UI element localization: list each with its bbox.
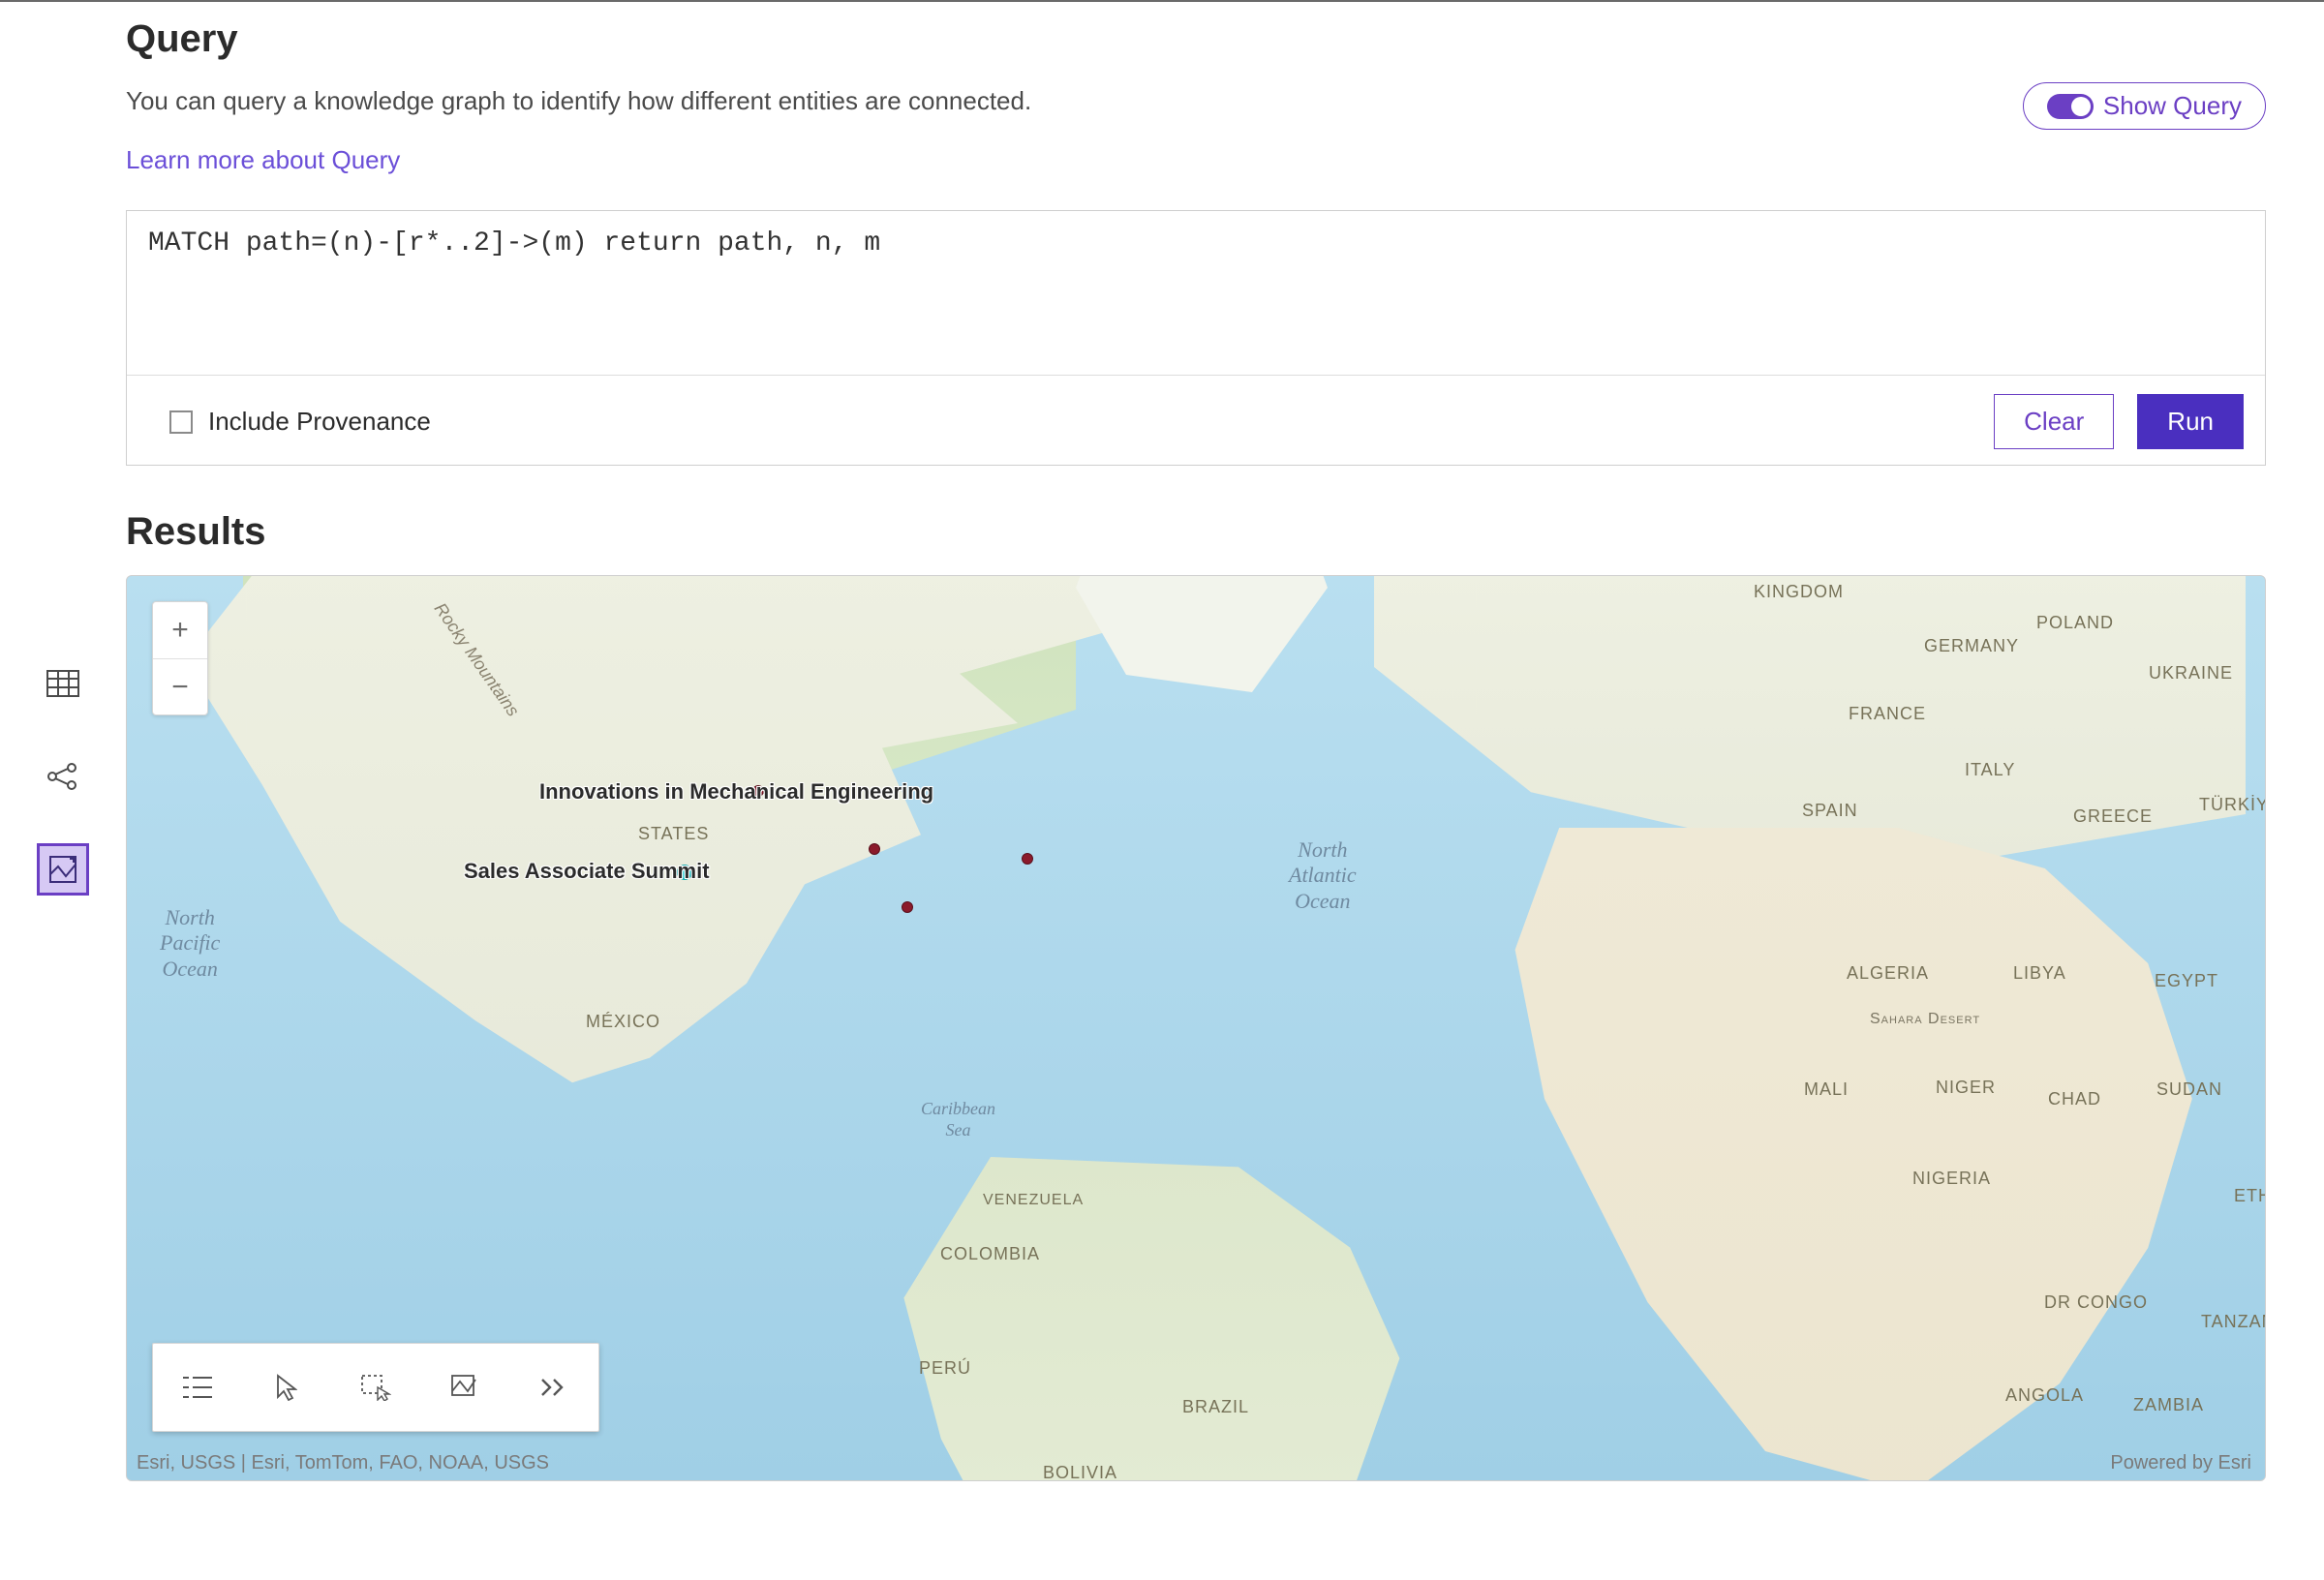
- country-label: NIGER: [1936, 1078, 1996, 1098]
- country-label: ETHIOPIA: [2234, 1186, 2266, 1206]
- map-attribution-right: Powered by Esri: [2110, 1452, 2251, 1474]
- country-label: ANGOLA: [2005, 1385, 2084, 1406]
- region-label-sahara: Sahara Desert: [1870, 1010, 1980, 1028]
- map-attribution-left: Esri, USGS | Esri, TomTom, FAO, NOAA, US…: [137, 1452, 549, 1474]
- toolbar-pointer-button[interactable]: [242, 1344, 331, 1431]
- country-label: SPAIN: [1802, 801, 1858, 821]
- sidebar-table-view[interactable]: [40, 660, 86, 707]
- results-title: Results: [126, 510, 2266, 554]
- country-label: MALI: [1804, 1079, 1849, 1100]
- map-marker-label: Sales Associate Summit: [464, 859, 710, 884]
- country-label: TÜRKİYE: [2199, 795, 2266, 815]
- map-toolbar: [152, 1343, 599, 1432]
- country-label: LIBYA: [2013, 963, 2066, 984]
- ocean-label-north-pacific: North Pacific Ocean: [160, 905, 220, 982]
- country-label: ZAMBIA: [2133, 1395, 2204, 1415]
- toolbar-more-button[interactable]: [509, 1344, 598, 1431]
- country-label: GREECE: [2073, 806, 2153, 827]
- country-label: TANZANIA: [2201, 1312, 2266, 1332]
- clear-button[interactable]: Clear: [1994, 394, 2114, 449]
- table-icon: [46, 670, 79, 697]
- country-label: CHAD: [2048, 1089, 2101, 1109]
- map-marker[interactable]: [902, 901, 913, 913]
- sidebar-map-view[interactable]: [40, 846, 86, 893]
- country-label: KINGDOM: [1754, 582, 1844, 602]
- query-title: Query: [126, 17, 2266, 61]
- zoom-in-button[interactable]: +: [153, 602, 207, 658]
- results-map[interactable]: North Pacific Ocean North Atlantic Ocean…: [126, 575, 2266, 1481]
- country-label: ALGERIA: [1847, 963, 1929, 984]
- zoom-control: + −: [152, 601, 208, 715]
- query-description-block: You can query a knowledge graph to ident…: [126, 82, 1031, 175]
- select-rectangle-icon: [360, 1374, 391, 1401]
- country-label: UKRAINE: [2149, 663, 2233, 684]
- main-panel: Query You can query a knowledge graph to…: [126, 2, 2324, 1580]
- country-label: NIGERIA: [1912, 1169, 1991, 1189]
- country-label: MÉXICO: [586, 1012, 660, 1032]
- country-label: POLAND: [2036, 613, 2114, 633]
- query-input[interactable]: [127, 211, 2265, 376]
- country-label: COLOMBIA: [940, 1244, 1040, 1264]
- country-label: BOLIVIA: [1043, 1463, 1117, 1481]
- country-label: FRANCE: [1849, 704, 1926, 724]
- ocean-label-caribbean: Caribbean Sea: [921, 1099, 995, 1140]
- country-label: EGYPT: [2155, 971, 2218, 991]
- chevrons-right-icon: [540, 1378, 567, 1397]
- legend-icon: [183, 1375, 212, 1400]
- country-label: DR CONGO: [2044, 1292, 2148, 1313]
- select-lasso-icon: [450, 1374, 479, 1401]
- query-description: You can query a knowledge graph to ident…: [126, 82, 1031, 120]
- show-query-label: Show Query: [2103, 91, 2242, 121]
- country-label: VENEZUELA: [983, 1192, 1084, 1209]
- link-chart-icon: [46, 762, 79, 791]
- country-label: ITALY: [1965, 760, 2015, 780]
- include-provenance-label: Include Provenance: [208, 407, 431, 437]
- sidebar-graph-view[interactable]: [40, 753, 86, 800]
- country-label: STATES: [638, 824, 709, 844]
- country-label: BRAZIL: [1182, 1397, 1249, 1417]
- toggle-on-icon: [2047, 94, 2094, 119]
- country-label: GERMANY: [1924, 636, 2019, 656]
- query-panel: Include Provenance Clear Run: [126, 210, 2266, 466]
- show-query-toggle[interactable]: Show Query: [2023, 82, 2266, 130]
- learn-more-link[interactable]: Learn more about Query: [126, 145, 400, 175]
- map-marker[interactable]: [1022, 853, 1033, 865]
- checkbox-unchecked-icon[interactable]: [169, 410, 193, 434]
- toolbar-legend-button[interactable]: [153, 1344, 242, 1431]
- map-icon: [48, 855, 77, 884]
- map-marker-label: Innovations in Mechanical Engineering: [539, 779, 933, 805]
- toolbar-select-rectangle-button[interactable]: [331, 1344, 420, 1431]
- country-label: SUDAN: [2156, 1079, 2222, 1100]
- view-sidebar: [0, 2, 126, 1580]
- toolbar-select-lasso-button[interactable]: [420, 1344, 509, 1431]
- run-button[interactable]: Run: [2137, 394, 2244, 449]
- ocean-label-north-atlantic: North Atlantic Ocean: [1289, 837, 1357, 914]
- zoom-out-button[interactable]: −: [153, 658, 207, 714]
- pointer-icon: [276, 1374, 297, 1401]
- include-provenance-row[interactable]: Include Provenance: [148, 407, 431, 437]
- country-label: PERÚ: [919, 1358, 971, 1379]
- map-marker[interactable]: [869, 843, 880, 855]
